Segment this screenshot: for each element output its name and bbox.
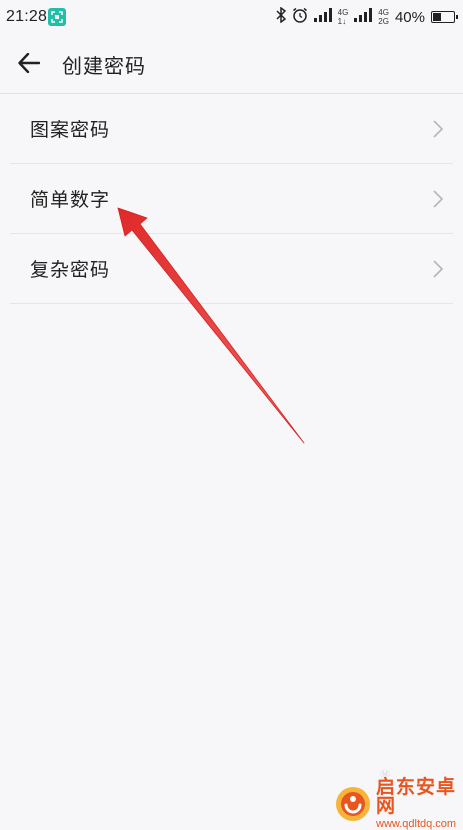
watermark: 启东安卓网 www.qdltdq.com bbox=[334, 778, 463, 830]
signal-icon bbox=[354, 8, 373, 26]
header: 创建密码 bbox=[0, 34, 463, 94]
watermark-url: www.qdltdq.com bbox=[376, 818, 457, 830]
back-arrow-icon bbox=[18, 52, 41, 77]
status-bar: 21:28 4G 1↓ 4G 2G 40% bbox=[0, 0, 463, 34]
signal-icon bbox=[313, 8, 332, 26]
option-pattern-password[interactable]: 图案密码 bbox=[10, 94, 453, 164]
scan-icon bbox=[48, 8, 66, 26]
alarm-icon bbox=[292, 7, 308, 27]
option-label: 图案密码 bbox=[30, 119, 111, 141]
password-type-list: 图案密码 简单数字 复杂密码 bbox=[0, 94, 463, 304]
battery-icon bbox=[431, 11, 458, 23]
network-activity-label: 1↓ bbox=[337, 17, 347, 26]
chevron-right-icon bbox=[431, 189, 445, 209]
watermark-title: 启东安卓网 bbox=[376, 776, 457, 817]
battery-fill bbox=[433, 13, 441, 21]
option-simple-digits[interactable]: 简单数字 bbox=[10, 164, 453, 234]
back-button[interactable] bbox=[14, 50, 44, 80]
network-type-label: 4G bbox=[378, 8, 389, 17]
chevron-right-icon bbox=[431, 119, 445, 139]
status-time: 21:28 bbox=[6, 8, 48, 25]
option-complex-password[interactable]: 复杂密码 bbox=[10, 234, 453, 304]
option-label: 复杂密码 bbox=[30, 259, 111, 281]
battery-percent: 40% bbox=[394, 8, 425, 26]
network-type-2: 4G 2G bbox=[378, 8, 389, 26]
page-title: 创建密码 bbox=[62, 54, 146, 78]
network-type-label: 2G bbox=[378, 17, 389, 26]
network-type-1: 4G 1↓ bbox=[338, 8, 349, 26]
network-type-label: 4G bbox=[337, 8, 349, 17]
bluetooth-icon bbox=[276, 6, 286, 27]
chevron-right-icon bbox=[431, 259, 445, 279]
option-label: 简单数字 bbox=[30, 189, 111, 211]
watermark-logo-icon bbox=[334, 785, 372, 823]
status-icons: 4G 1↓ 4G 2G 40% bbox=[276, 6, 458, 28]
